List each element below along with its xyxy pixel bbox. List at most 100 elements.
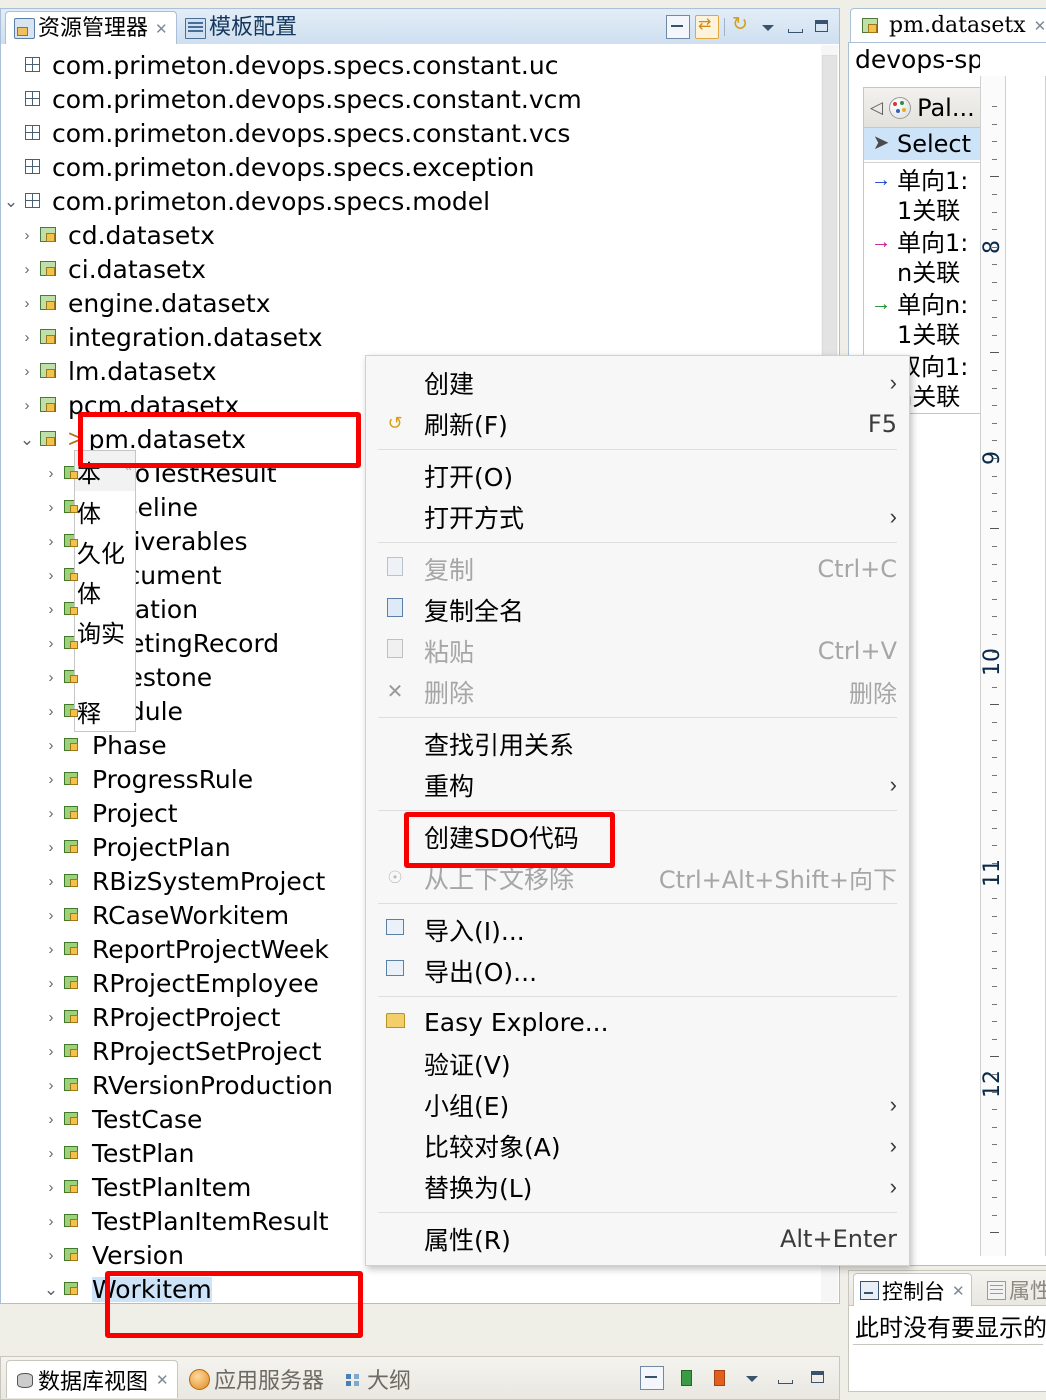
collapse-arrow-icon[interactable]: › — [17, 364, 37, 379]
link-editor-icon[interactable] — [695, 15, 719, 39]
tab-template-config[interactable]: 模板配置 — [177, 11, 305, 45]
collapse-arrow-icon[interactable]: › — [41, 840, 61, 855]
menu-item--o-[interactable]: 导出(O)... — [366, 950, 909, 991]
minimize-icon[interactable] — [774, 1367, 796, 1389]
maximize-icon[interactable] — [807, 1367, 829, 1389]
collapse-arrow-icon[interactable]: › — [41, 1214, 61, 1229]
menu-item--sdo-[interactable]: 创建SDO代码 — [366, 816, 909, 857]
collapse-arrow-icon[interactable]: › — [17, 330, 37, 345]
collapse-all-icon[interactable] — [666, 15, 690, 39]
collapse-arrow-icon[interactable]: › — [41, 1180, 61, 1195]
chevron-down-icon[interactable] — [757, 16, 779, 38]
collapse-arrow-icon[interactable]: › — [41, 1044, 61, 1059]
collapse-arrow-icon[interactable]: › — [41, 908, 61, 923]
tab-resource-explorer[interactable]: 资源管理器 ✕ — [5, 11, 177, 45]
collapse-arrow-icon[interactable]: › — [41, 1010, 61, 1025]
tree-item-com-primeton-devops-specs-constant-uc[interactable]: com.primeton.devops.specs.constant.uc — [1, 48, 821, 82]
collapse-arrow-icon[interactable]: › — [41, 704, 61, 719]
palette-item-select[interactable]: ➤Select — [864, 128, 984, 160]
tree-scrollbar-thumb[interactable] — [822, 55, 837, 375]
diagram-canvas[interactable] — [1007, 76, 1046, 1256]
collapse-arrow-icon[interactable]: › — [41, 874, 61, 889]
close-icon[interactable]: ✕ — [1034, 17, 1046, 35]
tab-pm-datasetx-editor[interactable]: pm.datasetx ✕ — [850, 8, 1046, 42]
tree-item-engine-datasetx[interactable]: ›engine.datasetx — [1, 286, 821, 320]
tree-item-cd-datasetx[interactable]: ›cd.datasetx — [1, 218, 821, 252]
terminate-all-icon[interactable] — [640, 1366, 664, 1390]
collapse-arrow-icon[interactable]: › — [41, 1146, 61, 1161]
tab-app-server[interactable]: 应用服务器 — [181, 1360, 332, 1398]
collapse-arrow-icon[interactable]: › — [41, 1078, 61, 1093]
close-icon[interactable]: ✕ — [156, 1371, 169, 1389]
collapse-arrow-icon[interactable]: › — [41, 602, 61, 617]
collapse-palette-icon[interactable]: ◁ — [870, 98, 883, 118]
tree-item-com-primeton-devops-specs-exception[interactable]: com.primeton.devops.specs.exception — [1, 150, 821, 184]
palette-item--1-n-[interactable]: →单向1:n关联 — [864, 227, 984, 289]
connect-icon[interactable] — [675, 1367, 697, 1389]
collapse-arrow-icon[interactable]: › — [41, 466, 61, 481]
collapse-arrow-icon[interactable]: › — [41, 738, 61, 753]
palette-secondary-row[interactable] — [75, 651, 135, 691]
palette-item--1-1-[interactable]: →单向1:1关联 — [864, 165, 984, 227]
menu-item--o-[interactable]: 打开(O) — [366, 455, 909, 496]
expand-arrow-icon[interactable]: ⌄ — [17, 431, 37, 448]
sync-icon[interactable] — [730, 16, 752, 38]
ruler-tick — [992, 916, 997, 917]
palette-secondary-row[interactable]: 询实 — [75, 611, 135, 651]
collapse-arrow-icon[interactable]: › — [17, 262, 37, 277]
menu-item--[interactable]: 查找引用关系 — [366, 723, 909, 764]
collapse-arrow-icon[interactable]: › — [17, 296, 37, 311]
tab-outline[interactable]: 大纲 — [336, 1360, 419, 1398]
expand-arrow-icon[interactable]: ⌄ — [1, 193, 21, 210]
collapse-arrow-icon[interactable]: › — [41, 772, 61, 787]
tab-console[interactable]: 控制台 ✕ — [853, 1273, 972, 1307]
palette-secondary-row[interactable]: 体 — [75, 491, 135, 531]
menu-item--a-[interactable]: 比较对象(A)› — [366, 1125, 909, 1166]
menu-item--[interactable]: 打开方式› — [366, 496, 909, 537]
menu-item-easy-explore-[interactable]: Easy Explore... — [366, 1002, 909, 1043]
palette-item--n-1-[interactable]: →单向n:1关联 — [864, 289, 984, 351]
menu-item--v-[interactable]: 验证(V) — [366, 1043, 909, 1084]
tree-item-com-primeton-devops-specs-constant-vcm[interactable]: com.primeton.devops.specs.constant.vcm — [1, 82, 821, 116]
palette-secondary-row[interactable]: 体 — [75, 571, 135, 611]
menu-item--[interactable]: 创建› — [366, 362, 909, 403]
menu-item--[interactable]: 重构› — [366, 764, 909, 805]
palette-secondary-row[interactable]: 释 — [75, 691, 135, 731]
menu-item--i-[interactable]: 导入(I)... — [366, 909, 909, 950]
close-icon[interactable]: ✕ — [155, 20, 168, 38]
tree-item-com-primeton-devops-specs-model[interactable]: ⌄com.primeton.devops.specs.model — [1, 184, 821, 218]
chevron-down-icon[interactable] — [741, 1367, 763, 1389]
palette-secondary-row[interactable]: 久化 — [75, 531, 135, 571]
collapse-arrow-icon[interactable]: › — [41, 1112, 61, 1127]
collapse-arrow-icon[interactable]: › — [41, 568, 61, 583]
collapse-arrow-icon[interactable]: › — [41, 976, 61, 991]
context-menu[interactable]: 创建›↺刷新(F)F5打开(O)打开方式›复制Ctrl+C复制全名粘贴Ctrl+… — [365, 355, 910, 1266]
close-icon[interactable]: ✕ — [952, 1282, 965, 1300]
collapse-arrow-icon[interactable]: › — [41, 500, 61, 515]
collapse-arrow-icon[interactable]: › — [41, 942, 61, 957]
menu-item--l-[interactable]: 替换为(L)› — [366, 1166, 909, 1207]
menu-item--f-[interactable]: ↺刷新(F)F5 — [366, 403, 909, 444]
collapse-arrow-icon[interactable]: › — [41, 670, 61, 685]
expand-arrow-icon[interactable]: ⌄ — [41, 1281, 61, 1298]
collapse-icon[interactable]: « — [125, 459, 132, 474]
tree-item-integration-datasetx[interactable]: ›integration.datasetx — [1, 320, 821, 354]
collapse-arrow-icon[interactable]: › — [17, 228, 37, 243]
collapse-arrow-icon[interactable]: › — [41, 636, 61, 651]
menu-item--[interactable]: 复制全名 — [366, 589, 909, 630]
tab-database-view[interactable]: 数据库视图 ✕ — [6, 1360, 178, 1398]
maximize-icon[interactable] — [811, 16, 833, 38]
collapse-arrow-icon[interactable]: › — [41, 806, 61, 821]
tree-item-com-primeton-devops-specs-constant-vcs[interactable]: com.primeton.devops.specs.constant.vcs — [1, 116, 821, 150]
tab-properties[interactable]: 属性 — [981, 1273, 1046, 1307]
collapse-arrow-icon[interactable]: › — [41, 1248, 61, 1263]
palette-header[interactable]: ◁ Pal... — [864, 88, 984, 128]
tree-item-ci-datasetx[interactable]: ›ci.datasetx — [1, 252, 821, 286]
collapse-arrow-icon[interactable]: › — [17, 398, 37, 413]
menu-item--r-[interactable]: 属性(R)Alt+Enter — [366, 1218, 909, 1259]
tree-item-workitem[interactable]: ⌄Workitem — [1, 1272, 821, 1304]
collapse-arrow-icon[interactable]: › — [41, 534, 61, 549]
menu-item--e-[interactable]: 小组(E)› — [366, 1084, 909, 1125]
disconnect-icon[interactable] — [708, 1367, 730, 1389]
minimize-icon[interactable] — [784, 16, 806, 38]
